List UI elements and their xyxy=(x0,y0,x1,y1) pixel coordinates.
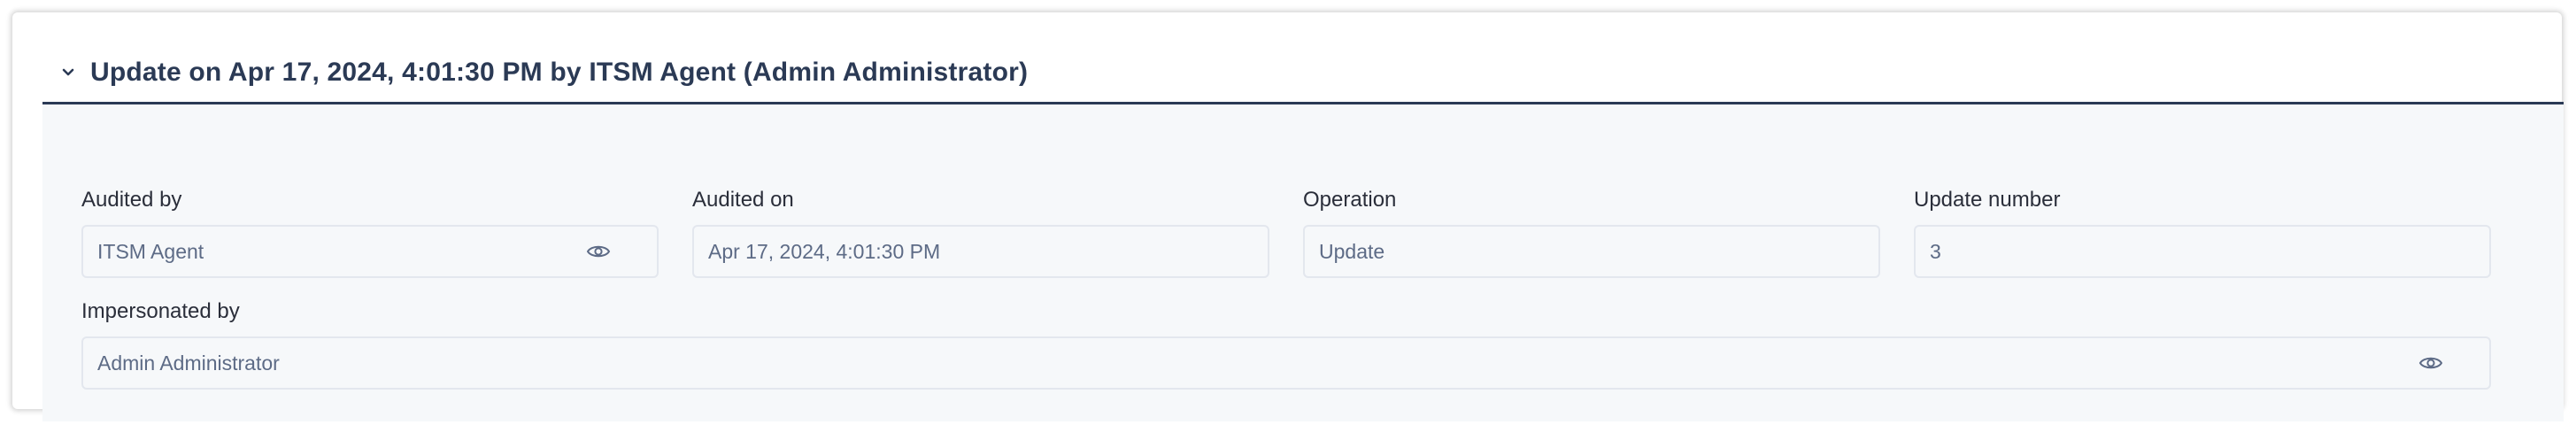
chevron-down-icon[interactable] xyxy=(58,63,78,82)
operation-value: Update xyxy=(1319,239,1385,263)
impersonated-by-input[interactable]: Admin Administrator xyxy=(81,336,2491,390)
audited-on-input[interactable]: Apr 17, 2024, 4:01:30 PM xyxy=(692,225,1269,278)
impersonated-by-label: Impersonated by xyxy=(81,299,240,323)
audit-card: Update on Apr 17, 2024, 4:01:30 PM by IT… xyxy=(12,12,2564,421)
audit-section-header[interactable]: Update on Apr 17, 2024, 4:01:30 PM by IT… xyxy=(42,42,2564,104)
section-title: Update on Apr 17, 2024, 4:01:30 PM by IT… xyxy=(90,57,1029,87)
audited-on-field: Audited on Apr 17, 2024, 4:01:30 PM xyxy=(692,186,1269,278)
update-number-label: Update number xyxy=(1914,188,2061,212)
operation-input[interactable]: Update xyxy=(1303,225,1880,278)
audited-by-field: Audited by ITSM Agent xyxy=(81,186,659,278)
update-number-input[interactable]: 3 xyxy=(1914,225,2491,278)
eye-icon[interactable] xyxy=(2418,354,2443,372)
audited-by-input[interactable]: ITSM Agent xyxy=(81,225,659,278)
eye-icon[interactable] xyxy=(586,243,611,260)
impersonated-by-field: Impersonated by Admin Administrator xyxy=(81,298,2491,390)
audited-on-label: Audited on xyxy=(692,188,794,212)
audited-on-value: Apr 17, 2024, 4:01:30 PM xyxy=(708,239,941,263)
update-number-field: Update number 3 xyxy=(1914,186,2491,278)
operation-field: Operation Update xyxy=(1303,186,1880,278)
audit-details-panel: Audited by ITSM Agent Audited on Apr 17,… xyxy=(42,104,2564,421)
update-number-value: 3 xyxy=(1930,239,1941,263)
impersonated-by-value: Admin Administrator xyxy=(97,351,280,375)
audited-by-label: Audited by xyxy=(81,188,182,212)
audited-by-value: ITSM Agent xyxy=(97,239,204,263)
operation-label: Operation xyxy=(1303,188,1397,212)
